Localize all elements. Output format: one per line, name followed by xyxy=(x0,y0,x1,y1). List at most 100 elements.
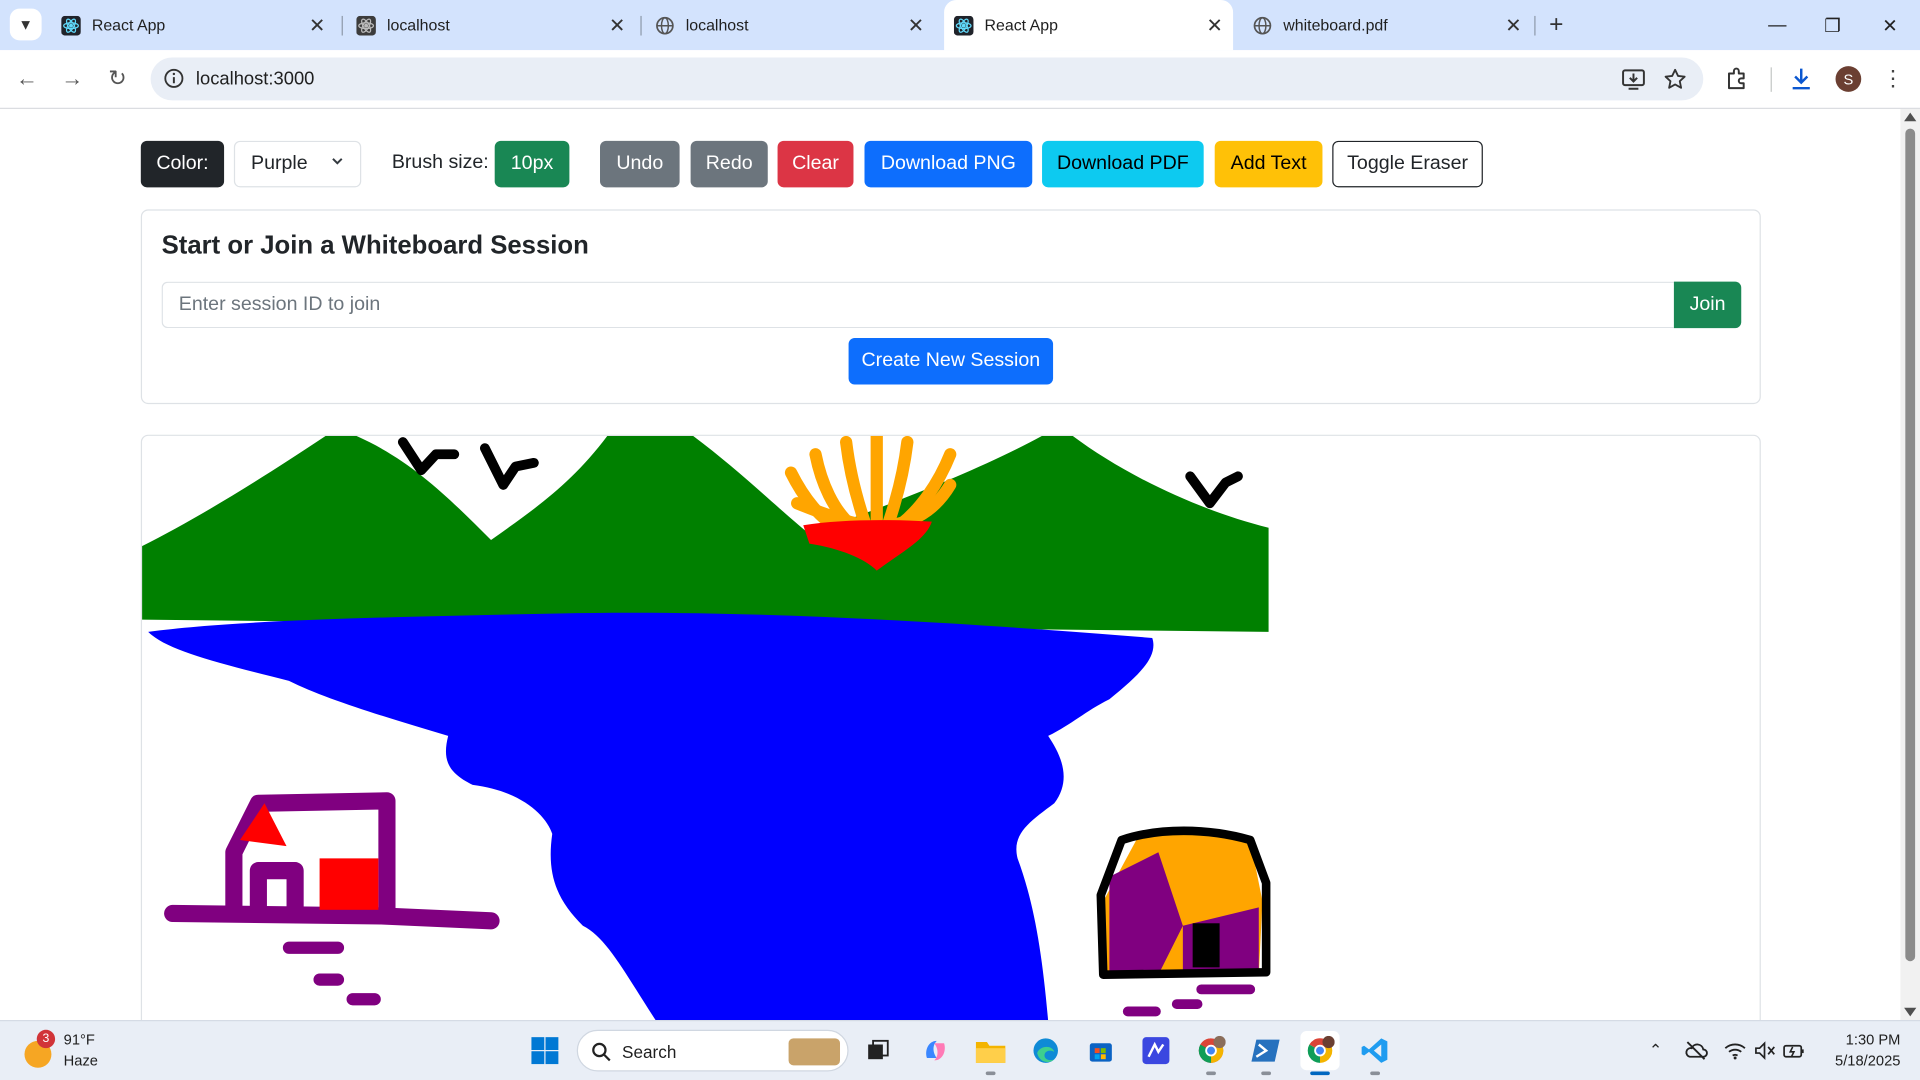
vscode-icon[interactable] xyxy=(1356,1031,1395,1070)
back-arrow-icon[interactable]: ← xyxy=(13,65,40,92)
tab-title: React App xyxy=(984,15,1058,35)
weather-temperature: 91°F xyxy=(63,1031,95,1049)
taskbar-search[interactable]: Search xyxy=(576,1029,849,1072)
session-card: Start or Join a Whiteboard Session Join … xyxy=(140,209,1761,405)
install-app-icon[interactable] xyxy=(1621,69,1645,91)
create-session-button[interactable]: Create New Session xyxy=(848,337,1054,385)
tab-title: localhost xyxy=(685,15,749,35)
page-content: Color: Purple Brush size: 10px Undo Redo… xyxy=(0,108,1901,1021)
bookmark-star-icon[interactable] xyxy=(1663,67,1687,91)
tab-localhost-2[interactable]: localhost ✕ xyxy=(645,0,934,50)
more-menu-icon[interactable]: ⋮ xyxy=(1880,65,1907,92)
tab-divider xyxy=(1534,15,1536,36)
forward-arrow-icon[interactable]: → xyxy=(59,65,86,92)
windows-taskbar: 3 91°F Haze Search ⌃ 1:30 PM 5/18/2025 xyxy=(0,1020,1920,1080)
file-explorer-icon[interactable] xyxy=(971,1031,1010,1070)
clock-time: 1:30 PM xyxy=(1845,1031,1901,1049)
color-select[interactable]: Purple xyxy=(233,140,362,188)
running-indicator xyxy=(1370,1071,1381,1076)
tab-title: whiteboard.pdf xyxy=(1283,15,1388,35)
session-card-title: Start or Join a Whiteboard Session xyxy=(161,231,589,260)
chevron-down-icon: ▼ xyxy=(18,15,33,34)
search-highlight-icon xyxy=(788,1038,841,1066)
close-icon[interactable]: ✕ xyxy=(1502,13,1524,37)
search-icon xyxy=(592,1042,611,1062)
scroll-thumb[interactable] xyxy=(1905,128,1916,962)
redo-button[interactable]: Redo xyxy=(690,140,768,188)
react-icon xyxy=(356,15,376,35)
chrome-active-icon[interactable] xyxy=(1300,1031,1340,1071)
restore-icon[interactable]: ❐ xyxy=(1805,0,1860,50)
join-button[interactable]: Join xyxy=(1673,281,1742,329)
undo-button[interactable]: Undo xyxy=(600,140,680,188)
powershell-icon[interactable] xyxy=(1247,1031,1286,1070)
tab-whiteboard-pdf[interactable]: whiteboard.pdf ✕ xyxy=(1243,0,1532,50)
site-info-icon[interactable] xyxy=(163,67,185,89)
start-windows-icon[interactable] xyxy=(525,1031,564,1070)
download-png-button[interactable]: Download PNG xyxy=(864,140,1033,188)
tab-title: localhost xyxy=(386,15,450,35)
window-close-icon[interactable]: ✕ xyxy=(1862,0,1917,50)
weather-widget[interactable]: 3 91°F Haze xyxy=(22,1029,120,1074)
browser-tab-strip: ▼ React App ✕ localhost ✕ localhost ✕ Re… xyxy=(0,0,1920,51)
volume-muted-icon[interactable] xyxy=(1752,1038,1776,1062)
browser-toolbar: ← → ↻ localhost:3000 S ⋮ xyxy=(0,50,1920,109)
tab-react-app-active[interactable]: React App ✕ xyxy=(944,0,1234,51)
tab-localhost-1[interactable]: localhost ✕ xyxy=(347,0,636,50)
download-icon[interactable] xyxy=(1788,65,1815,92)
globe-icon xyxy=(1253,15,1273,35)
scroll-up-arrow-icon[interactable] xyxy=(1904,112,1917,122)
chrome-profile-icon[interactable] xyxy=(1191,1031,1230,1070)
tab-divider xyxy=(640,15,642,36)
page-scrollbar[interactable] xyxy=(1900,108,1920,1021)
close-icon[interactable]: ✕ xyxy=(306,13,328,37)
chevron-up-icon[interactable]: ⌃ xyxy=(1643,1038,1667,1062)
extensions-puzzle-icon[interactable] xyxy=(1724,65,1751,92)
close-icon[interactable]: ✕ xyxy=(905,13,927,37)
microsoft-store-icon[interactable] xyxy=(1081,1031,1120,1070)
whiteboard-canvas[interactable] xyxy=(140,434,1761,1021)
close-icon[interactable]: ✕ xyxy=(606,13,628,37)
drawing-surface[interactable] xyxy=(142,435,1761,1021)
clear-button[interactable]: Clear xyxy=(777,140,854,188)
mountains xyxy=(142,435,1269,632)
tab-search-button[interactable]: ▼ xyxy=(9,8,42,41)
app-icon[interactable] xyxy=(1136,1031,1175,1070)
wifi-icon[interactable] xyxy=(1723,1038,1747,1062)
download-pdf-button[interactable]: Download PDF xyxy=(1042,140,1204,188)
active-indicator xyxy=(1310,1071,1330,1076)
running-indicator xyxy=(1206,1071,1216,1076)
new-tab-plus-icon[interactable]: + xyxy=(1542,10,1571,39)
tab-divider xyxy=(341,15,343,36)
scroll-down-arrow-icon[interactable] xyxy=(1904,1007,1917,1017)
color-select-value: Purple xyxy=(251,153,308,174)
add-text-button[interactable]: Add Text xyxy=(1214,140,1323,188)
react-icon xyxy=(953,15,974,35)
weather-description: Haze xyxy=(63,1051,98,1069)
search-label: Search xyxy=(622,1042,677,1062)
task-view-icon[interactable] xyxy=(858,1031,897,1070)
toolbar-divider xyxy=(1770,67,1772,92)
running-indicator xyxy=(1261,1071,1272,1076)
house-right xyxy=(1096,826,1271,1017)
onedrive-off-icon[interactable] xyxy=(1684,1038,1708,1062)
lake xyxy=(148,612,1154,1021)
address-bar[interactable]: localhost:3000 xyxy=(150,57,1704,101)
globe-icon xyxy=(655,15,675,35)
tab-react-app-1[interactable]: React App ✕ xyxy=(51,0,335,50)
profile-avatar[interactable]: S xyxy=(1835,66,1862,92)
session-id-input[interactable] xyxy=(161,281,1674,329)
clock-date: 5/18/2025 xyxy=(1835,1051,1901,1069)
brush-size-button[interactable]: 10px xyxy=(494,140,570,188)
edge-browser-icon[interactable] xyxy=(1026,1031,1065,1070)
minimize-icon[interactable]: — xyxy=(1750,0,1805,50)
system-clock[interactable]: 1:30 PM 5/18/2025 xyxy=(1820,1030,1901,1072)
toggle-eraser-button[interactable]: Toggle Eraser xyxy=(1332,140,1483,188)
reload-icon[interactable]: ↻ xyxy=(104,65,131,92)
running-indicator xyxy=(985,1071,996,1076)
close-icon[interactable]: ✕ xyxy=(1204,13,1226,37)
copilot-icon[interactable] xyxy=(916,1031,955,1070)
battery-charging-icon[interactable] xyxy=(1782,1038,1806,1062)
notification-badge: 3 xyxy=(36,1029,56,1049)
color-label: Color: xyxy=(140,140,225,188)
